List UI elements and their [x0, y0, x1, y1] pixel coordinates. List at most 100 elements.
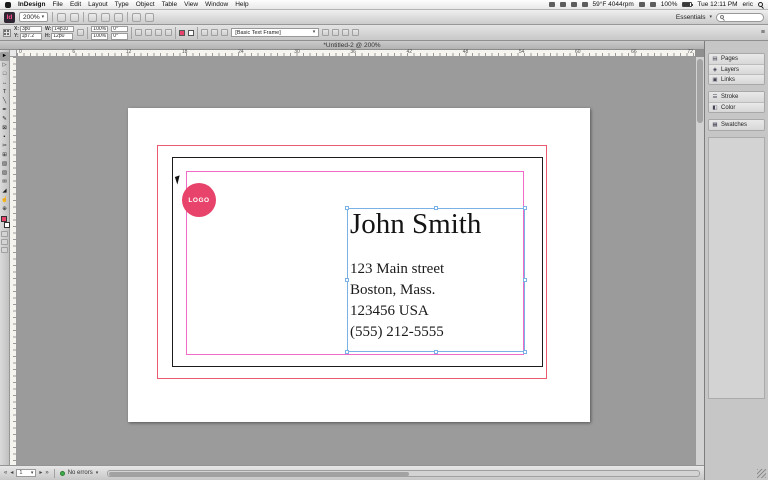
page-number-select[interactable]: 1 ▾	[16, 469, 37, 477]
scrollbar-thumb[interactable]	[697, 59, 703, 123]
selection-handle[interactable]	[345, 350, 349, 354]
workspace-switcher[interactable]: Essentials	[676, 14, 706, 21]
arrange-documents-button[interactable]	[114, 12, 124, 22]
note-tool[interactable]: ✉	[0, 178, 9, 187]
menu-table[interactable]: Table	[162, 1, 178, 8]
corner-options-button[interactable]	[221, 29, 229, 36]
selection-handle[interactable]	[345, 278, 349, 282]
menubar-status-icon[interactable]	[559, 2, 566, 7]
y-position-field[interactable]: 1p7.2	[19, 33, 42, 40]
gradient-tool[interactable]: ▧	[0, 160, 9, 169]
zoom-level-select[interactable]: 200% ▾	[19, 12, 49, 22]
rotate-90-cw-button[interactable]	[135, 29, 143, 36]
menu-edit[interactable]: Edit	[70, 1, 81, 8]
search-input[interactable]	[716, 12, 764, 22]
fit-content-button[interactable]	[332, 29, 340, 36]
menu-user[interactable]: eric	[743, 1, 753, 8]
width-field[interactable]: 14p10	[52, 25, 75, 32]
vertical-ruler[interactable]	[10, 57, 17, 465]
horizontal-ruler[interactable]: 0 6 12 18 24 30 36 42 48 54 60 66 72	[17, 50, 695, 57]
menu-file[interactable]: File	[52, 1, 62, 8]
bluetooth-icon[interactable]	[638, 2, 645, 7]
panel-tab-links[interactable]: ▣ Links	[709, 74, 764, 84]
shear-field[interactable]: 0°	[111, 33, 129, 40]
rotation-field[interactable]: 0°	[111, 25, 129, 32]
apple-logo-icon[interactable]	[5, 1, 11, 8]
text-wrap-button[interactable]	[322, 29, 330, 36]
pasteboard[interactable]: LOGO John Smith 123 Main street Boston, …	[17, 57, 695, 465]
selection-handle[interactable]	[345, 206, 349, 210]
screen-mode-button[interactable]	[101, 12, 111, 22]
zoom-tool[interactable]: ⊕	[0, 205, 9, 214]
preview-button[interactable]	[145, 12, 155, 22]
effects-button[interactable]	[211, 29, 219, 36]
ruler-origin-corner[interactable]	[10, 50, 17, 57]
gradient-feather-tool[interactable]: ▨	[0, 169, 9, 178]
menubar-status-icon[interactable]	[570, 2, 577, 7]
panel-tab-swatches[interactable]: ▦ Swatches	[709, 120, 764, 130]
panel-tab-color[interactable]: ◧ Color	[709, 102, 764, 112]
reference-point-proxy[interactable]	[3, 28, 11, 37]
panel-tab-stroke[interactable]: ☰ Stroke	[709, 92, 764, 102]
last-page-button[interactable]: »	[45, 469, 48, 477]
stroke-weight-button[interactable]	[201, 29, 209, 36]
object-style-select[interactable]: [Basic Text Frame] ▾	[231, 28, 320, 37]
menu-type[interactable]: Type	[115, 1, 129, 8]
logo-circle[interactable]: LOGO	[182, 183, 216, 217]
formatting-affects-button[interactable]	[1, 231, 8, 237]
selection-handle[interactable]	[434, 350, 438, 354]
menu-layout[interactable]: Layout	[88, 1, 108, 8]
scrollbar-thumb[interactable]	[109, 471, 410, 476]
preflight-status[interactable]: No errors	[68, 470, 93, 476]
fill-swatch[interactable]	[0, 216, 7, 222]
control-panel-menu-icon[interactable]: ≡	[761, 29, 765, 36]
selection-tool[interactable]: ►	[0, 52, 9, 61]
menu-help[interactable]: Help	[235, 1, 248, 8]
horizontal-scrollbar[interactable]	[107, 469, 700, 477]
stroke-color-swatch[interactable]	[188, 29, 195, 36]
panel-tab-layers[interactable]: ◈ Layers	[709, 64, 764, 74]
spotlight-icon[interactable]	[758, 2, 763, 7]
menu-view[interactable]: View	[184, 1, 198, 8]
stroke-swatch[interactable]	[3, 222, 10, 228]
direct-selection-tool[interactable]: ▷	[0, 61, 9, 70]
guides-button[interactable]	[132, 12, 142, 22]
menu-app-name[interactable]: InDesign	[18, 1, 45, 8]
rectangle-tool[interactable]: ▪	[0, 133, 9, 142]
line-tool[interactable]: ╲	[0, 97, 9, 106]
scissors-tool[interactable]: ✂	[0, 142, 9, 151]
selection-handle[interactable]	[523, 206, 527, 210]
align-button[interactable]	[342, 29, 350, 36]
apply-color-button[interactable]	[1, 239, 8, 245]
stock-button[interactable]	[70, 12, 80, 22]
height-field[interactable]: 12p0	[51, 33, 74, 40]
menubar-status-icon[interactable]	[581, 2, 588, 7]
page-tool[interactable]: □	[0, 70, 9, 79]
constrain-proportions-icon[interactable]	[77, 29, 85, 36]
scale-y-field[interactable]: 100%	[91, 33, 109, 40]
scale-x-field[interactable]: 100%	[91, 25, 109, 32]
distribute-button[interactable]	[352, 29, 360, 36]
flip-vertical-button[interactable]	[165, 29, 173, 36]
menu-window[interactable]: Window	[205, 1, 228, 8]
selection-handle[interactable]	[523, 278, 527, 282]
panel-tab-pages[interactable]: ▤ Pages	[709, 54, 764, 64]
vertical-scrollbar[interactable]	[695, 57, 704, 465]
menubar-status-icon[interactable]	[548, 2, 555, 7]
pen-tool[interactable]: ✒	[0, 106, 9, 115]
document-tab[interactable]: *Untitled-2 @ 200%	[323, 42, 380, 49]
screen-mode-toggle[interactable]	[1, 247, 8, 253]
fill-color-swatch[interactable]	[179, 29, 186, 36]
next-page-button[interactable]: ▸	[39, 469, 42, 477]
type-tool[interactable]: T	[0, 88, 9, 97]
menu-object[interactable]: Object	[136, 1, 155, 8]
bridge-button[interactable]	[57, 12, 67, 22]
first-page-button[interactable]: «	[4, 469, 7, 477]
selection-handle[interactable]	[523, 350, 527, 354]
free-transform-tool[interactable]: ⊞	[0, 151, 9, 160]
rectangle-frame-tool[interactable]: ⊠	[0, 124, 9, 133]
view-options-button[interactable]	[88, 12, 98, 22]
gap-tool[interactable]: ↔	[0, 79, 9, 88]
previous-page-button[interactable]: ◂	[10, 469, 13, 477]
rotate-90-ccw-button[interactable]	[145, 29, 153, 36]
